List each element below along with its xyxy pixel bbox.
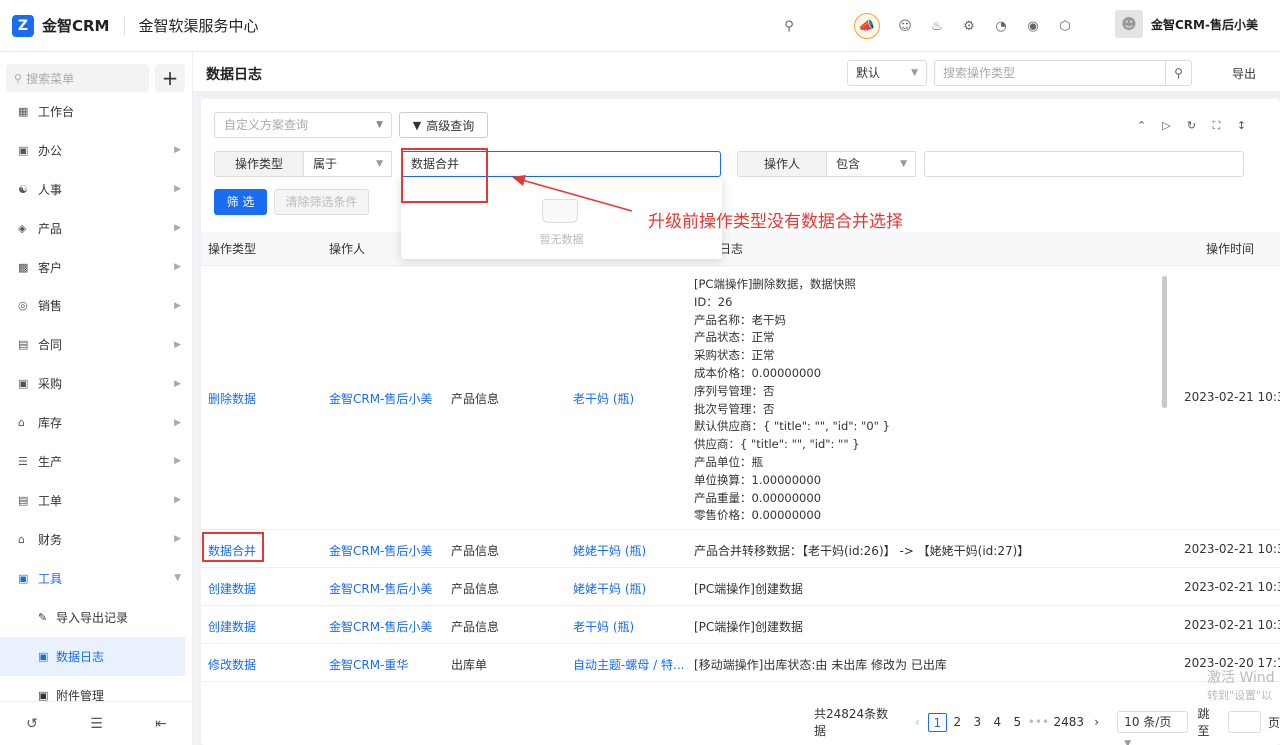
annotation-text: 升级前操作类型没有数据合并选择: [648, 212, 903, 232]
annotation-arrow: [512, 175, 633, 212]
